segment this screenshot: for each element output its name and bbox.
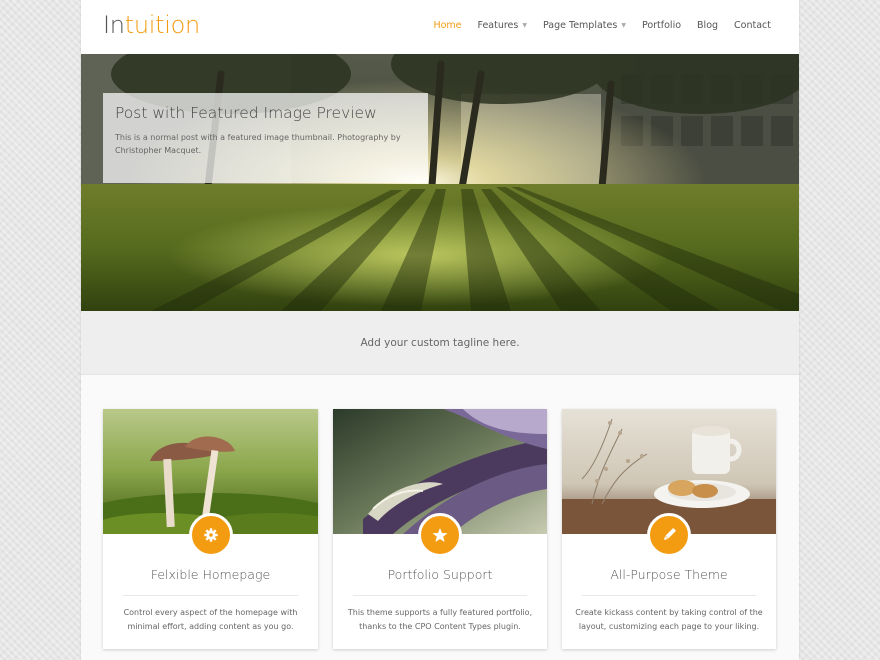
nav-home[interactable]: Home bbox=[433, 20, 461, 31]
nav-portfolio[interactable]: Portfolio bbox=[642, 20, 681, 31]
tagline-text: Add your custom tagline here. bbox=[360, 336, 520, 349]
feature-badge bbox=[647, 513, 691, 557]
hero-title[interactable]: Post with Featured Image Preview bbox=[115, 104, 416, 122]
feature-text: This theme supports a fully featured por… bbox=[347, 608, 533, 631]
feature-text: Control every aspect of the homepage wit… bbox=[123, 608, 298, 631]
site-logo[interactable]: Intuition bbox=[103, 11, 200, 39]
gear-icon bbox=[203, 528, 218, 542]
nav-page-templates-label: Page Templates bbox=[542, 20, 618, 31]
divider bbox=[123, 595, 298, 596]
logo-part-2: tuition bbox=[124, 11, 200, 39]
feature-badge bbox=[418, 513, 462, 557]
divider bbox=[582, 595, 756, 596]
feature-badge bbox=[188, 513, 233, 557]
hero-caption: Post with Featured Image Preview This is… bbox=[103, 93, 428, 183]
page-wrapper: Intuition Home Features ▼ Page Templates… bbox=[81, 0, 799, 660]
feature-title[interactable]: Felxible Homepage bbox=[103, 567, 318, 582]
nav-blog[interactable]: Blog bbox=[697, 20, 718, 31]
chevron-down-icon: ▼ bbox=[621, 22, 626, 29]
feature-card[interactable]: All-Purpose Theme Create kickass content… bbox=[562, 409, 776, 649]
logo-part-1: In bbox=[103, 11, 125, 39]
nav-contact[interactable]: Contact bbox=[734, 20, 771, 31]
feature-text: Create kickass content by taking control… bbox=[575, 608, 763, 631]
feature-card[interactable]: Felxible Homepage Control every aspect o… bbox=[103, 409, 318, 649]
tagline-bar: Add your custom tagline here. bbox=[81, 311, 799, 375]
nav-features-label: Features bbox=[477, 20, 519, 31]
feature-title[interactable]: All-Purpose Theme bbox=[562, 567, 776, 582]
nav-home-label: Home bbox=[433, 20, 462, 31]
features-section: Felxible Homepage Control every aspect o… bbox=[81, 375, 799, 660]
hero-slider[interactable]: Post with Featured Image Preview This is… bbox=[81, 54, 799, 311]
star-icon bbox=[432, 528, 448, 542]
main-nav: Home Features ▼ Page Templates ▼ Portfol… bbox=[433, 20, 771, 31]
nav-contact-label: Contact bbox=[734, 20, 771, 31]
site-header: Intuition Home Features ▼ Page Templates… bbox=[81, 0, 799, 54]
divider bbox=[353, 595, 527, 596]
feature-card[interactable]: Portfolio Support This theme supports a … bbox=[333, 409, 547, 649]
nav-portfolio-label: Portfolio bbox=[641, 20, 682, 31]
nav-blog-label: Blog bbox=[697, 20, 719, 31]
feature-title[interactable]: Portfolio Support bbox=[333, 567, 547, 582]
pencil-icon bbox=[664, 528, 676, 540]
nav-page-templates[interactable]: Page Templates ▼ bbox=[543, 20, 626, 31]
nav-features[interactable]: Features ▼ bbox=[478, 20, 527, 31]
chevron-down-icon: ▼ bbox=[522, 22, 527, 29]
hero-description: This is a normal post with a featured im… bbox=[115, 133, 401, 155]
